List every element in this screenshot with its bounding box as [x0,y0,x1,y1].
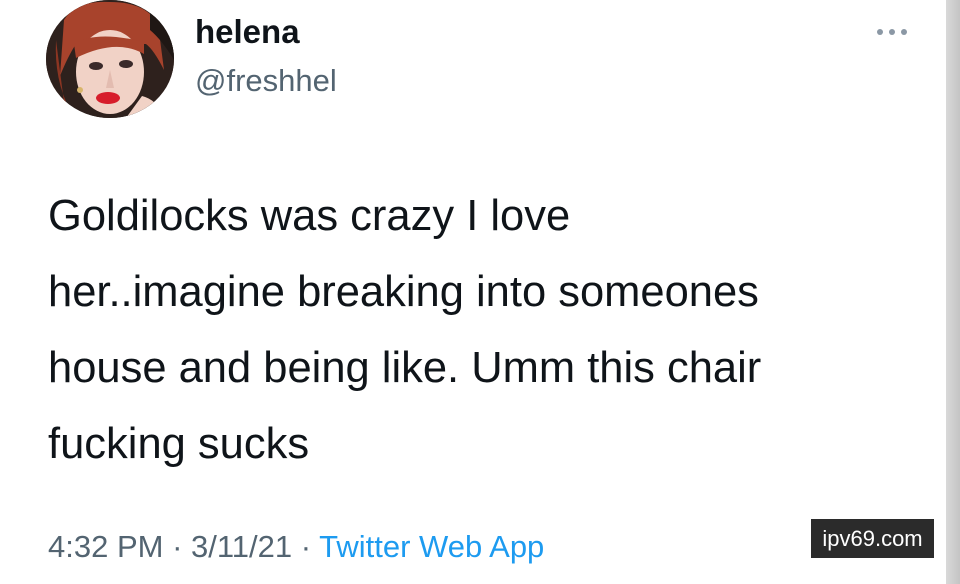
avatar[interactable] [46,0,174,118]
tweet-card: helena @freshhel Goldilocks was crazy I … [0,0,946,584]
display-name[interactable]: helena [195,12,300,52]
tweet-meta: 4:32 PM · 3/11/21 · Twitter Web App [48,527,544,567]
tweet-time[interactable]: 4:32 PM [48,529,163,564]
watermark: ipv69.com [811,519,934,558]
screenshot-edge [946,0,960,584]
meta-separator: · [292,529,320,564]
tweet-date[interactable]: 3/11/21 [191,529,292,564]
more-options-button[interactable] [870,20,914,44]
more-horizontal-icon [877,29,907,35]
tweet-source-link[interactable]: Twitter Web App [319,529,544,564]
user-handle[interactable]: @freshhel [195,62,337,100]
tweet-text-line: fucking sucks [48,420,310,468]
tweet-text-line: Goldilocks was crazy I love [48,192,571,240]
tweet-text-line: her..imagine breaking into someones [48,268,759,316]
meta-separator: · [163,529,192,564]
tweet-text-line: house and being like. Umm this chair [48,344,762,392]
tweet-text: Goldilocks was crazy I love her..imagine… [48,178,908,482]
avatar-photo-icon [46,0,174,118]
